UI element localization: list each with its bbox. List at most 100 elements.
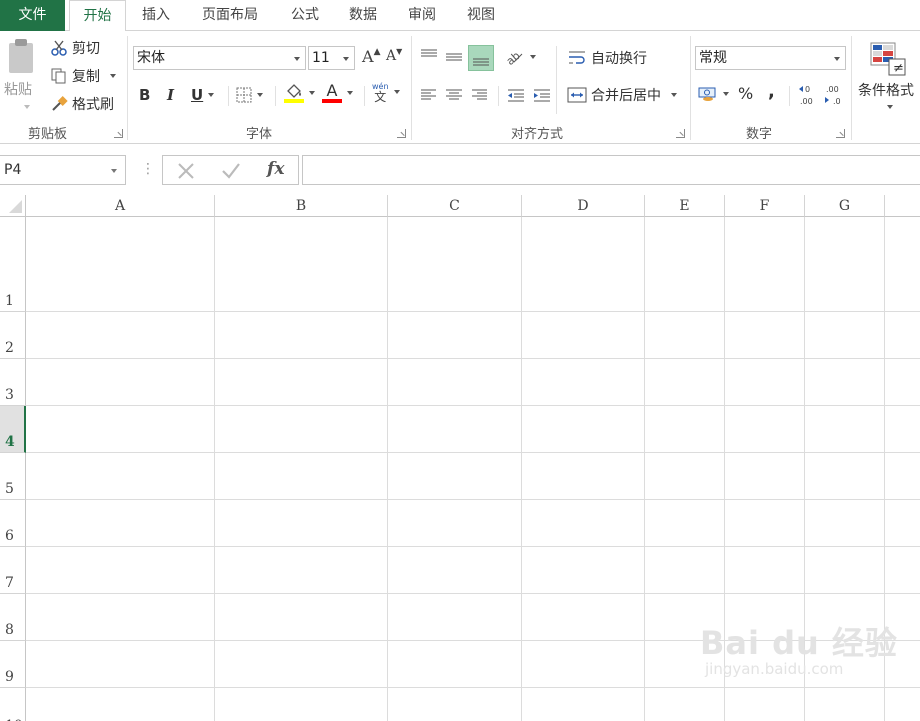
increase-indent-button[interactable] [531,83,553,107]
row-header-1[interactable]: 1 [0,217,26,312]
cancel-icon[interactable] [176,161,196,181]
alignment-launcher-icon[interactable] [676,129,685,138]
row-header-5[interactable]: 5 [0,453,26,500]
fill-color-button[interactable] [284,83,315,103]
separator [851,36,852,140]
tab-view[interactable]: 视图 [456,0,506,31]
shrink-font-button[interactable]: A ▼ [386,47,402,65]
watermark-logo: Bai du 经验 [700,624,898,662]
column-header-f[interactable]: F [725,195,805,217]
select-all-corner[interactable] [0,195,26,217]
column-header-g[interactable]: G [805,195,885,217]
decrease-decimal-button[interactable]: .00.0 [823,82,847,108]
format-painter-button[interactable]: 格式刷 [50,94,114,114]
paint-bucket-icon [287,84,301,98]
font-size-select[interactable]: 11 [308,46,355,70]
font-group-label: 字体 [246,127,273,142]
separator [690,36,691,140]
conditional-format-label: 条件格式 [858,83,914,99]
align-right-icon [472,89,487,100]
column-header-a[interactable]: A [26,195,215,217]
phonetic-button[interactable]: wén 文 [372,82,400,103]
percent-icon: % [738,84,754,103]
borders-button[interactable] [236,87,263,103]
column-header-h[interactable] [885,195,920,217]
column-header-d[interactable]: D [522,195,645,217]
align-left-button[interactable] [418,83,440,107]
align-middle-button[interactable] [443,45,465,69]
font-color-icon: A [326,81,338,100]
clipboard-launcher-icon[interactable] [114,129,123,138]
cut-button[interactable]: 剪切 [50,38,100,58]
paste-dropdown-icon [24,105,30,109]
row-header-7[interactable]: 7 [0,547,26,594]
format-painter-label: 格式刷 [72,97,114,113]
fill-color-dropdown-icon [309,91,315,95]
bold-button[interactable]: B [139,86,150,104]
row-header-10[interactable]: 10 [0,688,26,721]
tab-data[interactable]: 数据 [338,0,388,31]
tab-page-layout[interactable]: 页面布局 [190,0,270,31]
row-header-6[interactable]: 6 [0,500,26,547]
number-format-value: 常规 [699,50,727,66]
align-right-button[interactable] [468,83,490,107]
ribbon: 粘贴 剪切 复制 格式刷 剪贴板 宋体 11 A ▲ A ▼ B I U A w… [0,31,920,144]
row-header-9[interactable]: 9 [0,641,26,688]
column-header-e[interactable]: E [645,195,725,217]
copy-button[interactable]: 复制 [50,66,116,86]
orientation-icon: ab [505,49,523,66]
orientation-button[interactable]: ab [505,48,536,66]
merge-center-button[interactable]: 合并后居中 [567,85,677,105]
tab-home[interactable]: 开始 [69,0,126,32]
underline-icon: U [191,86,204,104]
paste-button[interactable]: 粘贴 [0,31,42,121]
align-bottom-button[interactable] [468,45,494,71]
row-header-3[interactable]: 3 [0,359,26,406]
comma-button[interactable]: , [768,81,775,102]
font-launcher-icon[interactable] [397,129,406,138]
tab-insert[interactable]: 插入 [131,0,181,31]
tab-review[interactable]: 审阅 [397,0,447,31]
font-color-dropdown-icon [347,90,353,95]
merge-center-icon [567,87,587,103]
name-box[interactable]: P4 [0,155,126,185]
increase-decimal-button[interactable]: 0.00 [797,82,821,108]
italic-button[interactable]: I [167,86,174,104]
cut-label: 剪切 [72,41,100,57]
copy-icon [51,68,66,84]
formula-input[interactable] [302,155,920,185]
tab-file[interactable]: 文件 [0,0,65,31]
row-header-2[interactable]: 2 [0,312,26,359]
row-header-4[interactable]: 4 [0,406,26,453]
wrap-text-label: 自动换行 [591,51,647,67]
underline-button[interactable]: U [191,86,215,104]
ribbon-tab-bar: 文件 开始 插入 页面布局 公式 数据 审阅 视图 [0,0,920,32]
insert-function-icon[interactable]: fx [267,159,284,179]
font-name-value: 宋体 [137,50,165,66]
comma-icon: , [768,81,775,102]
align-top-icon [421,49,437,57]
align-center-button[interactable] [443,83,465,107]
row-header-8[interactable]: 8 [0,594,26,641]
watermark: Bai du 经验 jingyan.baidu.com [700,618,898,678]
decrease-indent-button[interactable] [505,83,527,107]
wrap-text-button[interactable]: 自动换行 [567,48,647,68]
font-name-select[interactable]: 宋体 [133,46,306,70]
align-top-button[interactable] [418,45,440,69]
accounting-format-button[interactable] [698,85,729,103]
enter-icon[interactable] [220,161,242,181]
column-header-c[interactable]: C [388,195,522,217]
font-color-button[interactable]: A [322,82,353,103]
alignment-group-label: 对齐方式 [511,127,564,142]
conditional-format-button[interactable]: ≠ 条件格式 [855,39,920,119]
formula-bar-resize-handle[interactable]: ⋮ [141,161,155,177]
svg-text:.00: .00 [800,97,813,106]
percent-button[interactable]: % [738,84,753,103]
tab-formulas[interactable]: 公式 [280,0,330,31]
number-group-label: 数字 [746,127,773,142]
svg-text:0: 0 [805,85,810,94]
column-header-b[interactable]: B [215,195,388,217]
grow-font-button[interactable]: A ▲ [362,47,380,67]
number-format-select[interactable]: 常规 [695,46,846,70]
number-launcher-icon[interactable] [836,129,845,138]
